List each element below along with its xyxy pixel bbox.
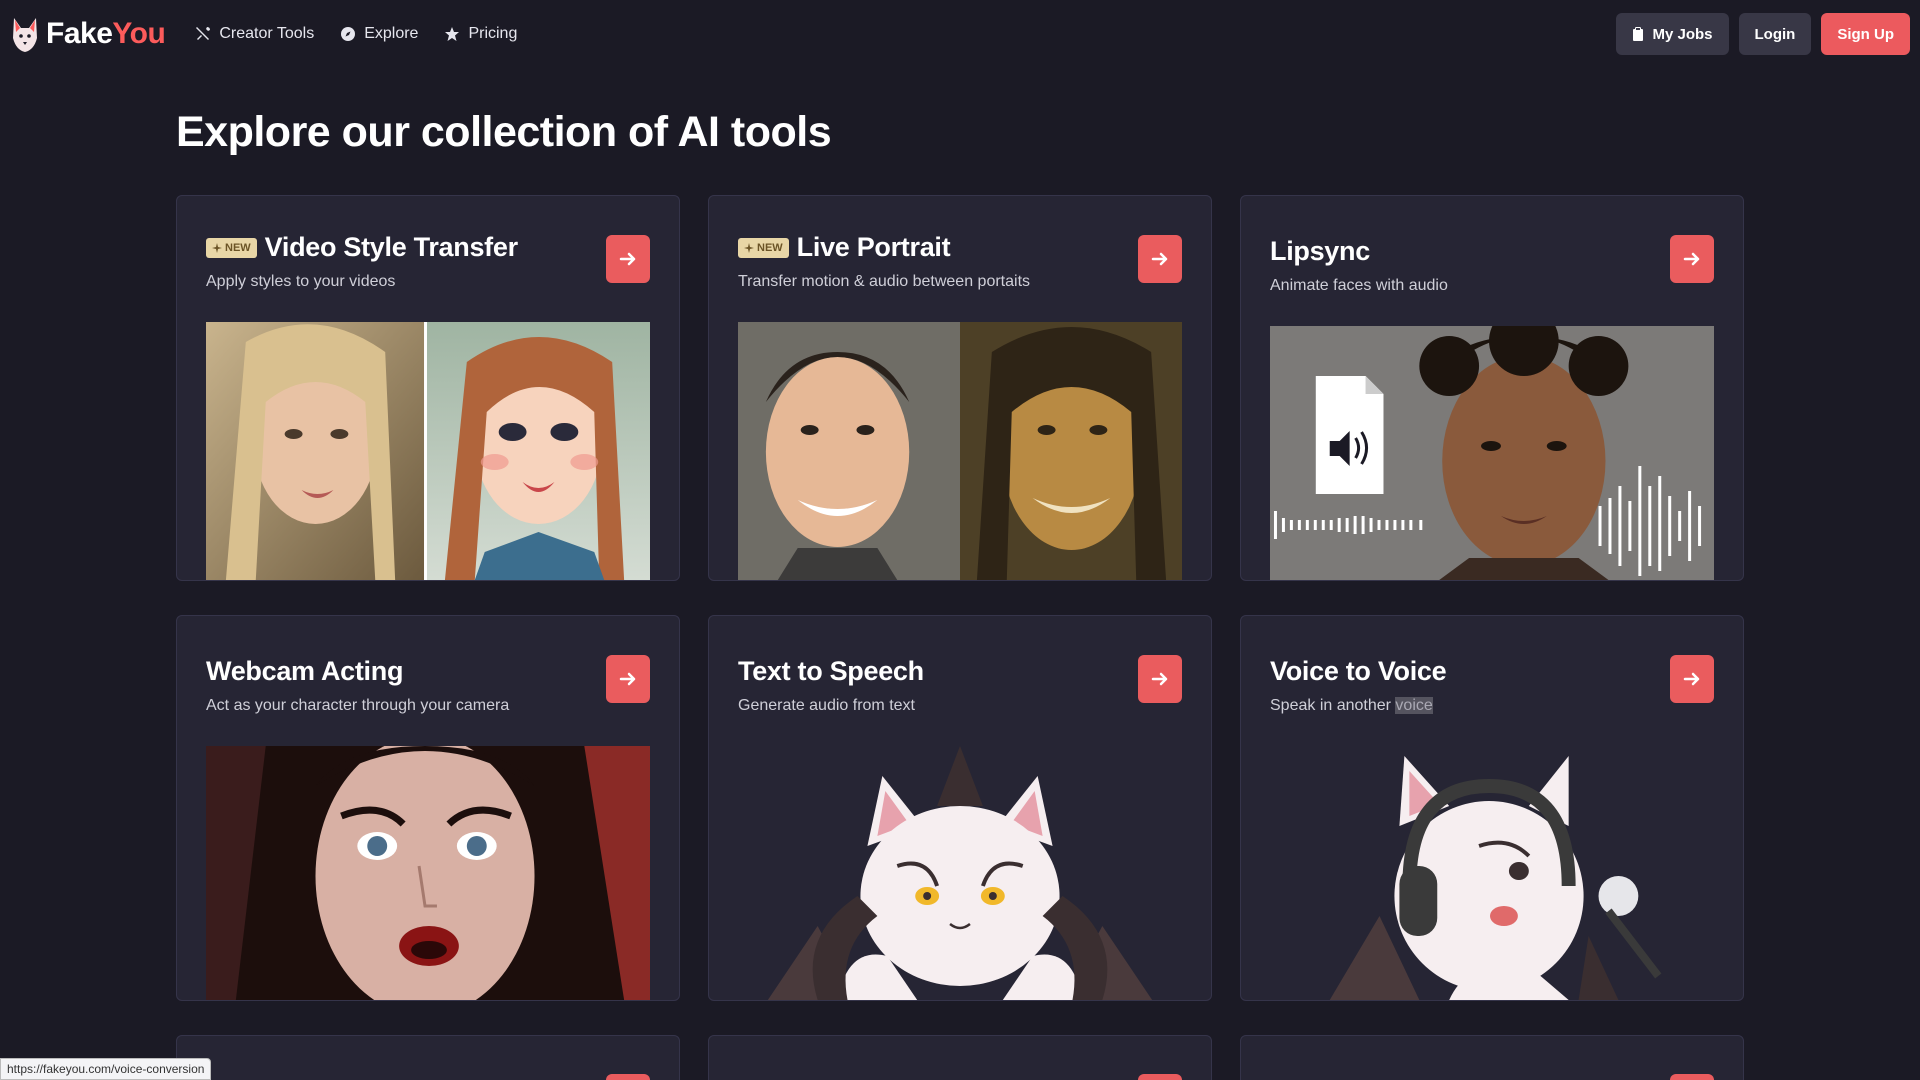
card-title-row: Text to Speech — [738, 656, 1121, 687]
tool-card-video-style-transfer[interactable]: NEW Video Style Transfer Apply styles to… — [176, 195, 680, 581]
brand-name-you: You — [112, 17, 166, 50]
new-badge-label: NEW — [757, 241, 783, 254]
my-jobs-label: My Jobs — [1652, 25, 1713, 43]
status-bar-url: https://fakeyou.com/voice-conversion — [0, 1058, 212, 1080]
arrow-right-icon — [1683, 672, 1700, 686]
live-portrait-illustration — [738, 322, 1182, 580]
card-subtitle: Animate faces with audio — [1270, 277, 1448, 294]
signup-label: Sign Up — [1837, 25, 1894, 43]
nav-pricing[interactable]: Pricing — [444, 25, 517, 43]
card-header: NEW Live Portrait Transfer motion & audi… — [738, 232, 1121, 291]
card-title-row: NEW Video Style Transfer — [206, 232, 589, 263]
top-navbar: FakeYou Creator Tools Explore Pricing My… — [0, 0, 1920, 68]
card-header: Voice to Voice Speak in another voice — [1270, 656, 1653, 715]
open-tool-button[interactable] — [606, 235, 650, 283]
nav-actions: My Jobs Login Sign Up — [1616, 13, 1910, 55]
new-badge: NEW — [206, 237, 257, 258]
tool-card-lipsync[interactable]: Lipsync Animate faces with audio — [1240, 195, 1744, 581]
arrow-right-icon — [1151, 672, 1168, 686]
arrow-right-icon — [1151, 252, 1168, 266]
card-subtitle: Generate audio from text — [738, 697, 915, 714]
sparkle-icon — [744, 242, 754, 253]
login-label: Login — [1754, 25, 1796, 43]
tool-card-live-portrait[interactable]: NEW Live Portrait Transfer motion & audi… — [708, 195, 1212, 581]
card-title: Webcam Acting — [206, 656, 404, 686]
open-tool-button[interactable] — [606, 655, 650, 703]
card-preview-image — [1270, 326, 1714, 580]
tools-icon — [196, 27, 211, 40]
tool-card-text-to-speech[interactable]: Text to Speech Generate audio from text — [708, 615, 1212, 1001]
nav-pricing-label: Pricing — [468, 25, 518, 42]
card-title-row: Lipsync — [1270, 236, 1653, 267]
card-subtitle: Speak in another voice — [1270, 697, 1653, 715]
my-jobs-button[interactable]: My Jobs — [1616, 13, 1729, 55]
fox-mascot-illustration — [767, 746, 1153, 1000]
arrow-right-icon — [619, 672, 636, 686]
card-title-row: Webcam Acting — [206, 656, 589, 687]
tool-card-voice-to-voice[interactable]: Voice to Voice Speak in another voice — [1240, 615, 1744, 1001]
star-icon — [445, 27, 460, 41]
card-title: Live Portrait — [796, 232, 951, 262]
card-header: NEW Video Style Transfer Apply styles to… — [206, 232, 589, 291]
card-header: Webcam Acting Act as your character thro… — [206, 656, 589, 715]
nav-creator-tools[interactable]: Creator Tools — [195, 25, 314, 43]
new-badge: NEW — [738, 237, 789, 258]
card-header: Lipsync Animate faces with audio — [1270, 236, 1653, 295]
open-tool-button[interactable] — [1138, 235, 1182, 283]
signup-button[interactable]: Sign Up — [1821, 13, 1910, 55]
card-title: Text to Speech — [738, 656, 924, 686]
arrow-right-icon — [1683, 252, 1700, 266]
tool-card-partial-3[interactable] — [1240, 1035, 1744, 1080]
open-tool-button[interactable] — [1138, 655, 1182, 703]
card-preview-image — [206, 322, 650, 580]
login-button[interactable]: Login — [1738, 13, 1812, 55]
compass-icon — [341, 27, 356, 41]
open-tool-button[interactable] — [606, 1074, 650, 1080]
singing-mascot-illustration — [1329, 756, 1662, 1000]
tool-card-partial-1[interactable] — [176, 1035, 680, 1080]
card-header: Text to Speech Generate audio from text — [738, 656, 1121, 715]
brand-name: FakeYou — [46, 17, 166, 51]
arrow-right-icon — [619, 252, 636, 266]
sparkle-icon — [212, 242, 222, 253]
open-tool-button[interactable] — [1670, 1074, 1714, 1080]
card-preview-image — [1270, 746, 1714, 1000]
card-subtitle: Act as your character through your camer… — [206, 697, 510, 714]
card-title: Lipsync — [1270, 236, 1370, 266]
card-preview-image — [738, 322, 1182, 580]
brand-name-fake: Fake — [46, 17, 113, 50]
card-title-row: Voice to Voice — [1270, 656, 1653, 687]
card-subtitle: Apply styles to your videos — [206, 273, 396, 290]
page-title: Explore our collection of AI tools — [176, 108, 832, 156]
card-preview-image — [738, 746, 1182, 1000]
card-title: Video Style Transfer — [264, 232, 518, 262]
tool-card-webcam-acting[interactable]: Webcam Acting Act as your character thro… — [176, 615, 680, 1001]
card-preview-image — [206, 746, 650, 1000]
brand-logo[interactable]: FakeYou — [10, 14, 166, 54]
tools-grid: NEW Video Style Transfer Apply styles to… — [176, 195, 1744, 1080]
nav-explore-label: Explore — [364, 25, 419, 42]
card-title-row: NEW Live Portrait — [738, 232, 1121, 263]
nav-explore[interactable]: Explore — [340, 25, 418, 43]
open-tool-button[interactable] — [1138, 1074, 1182, 1080]
open-tool-button[interactable] — [1670, 655, 1714, 703]
card-subtitle-text: Speak in another — [1270, 697, 1396, 714]
fox-logo-icon — [13, 18, 37, 52]
card-title: Voice to Voice — [1270, 656, 1447, 686]
card-subtitle-highlight: voice — [1395, 697, 1433, 714]
new-badge-label: NEW — [225, 241, 251, 254]
card-subtitle: Transfer motion & audio between portaits — [738, 273, 1031, 290]
nav-creator-tools-label: Creator Tools — [219, 25, 315, 42]
tool-card-partial-2[interactable] — [708, 1035, 1212, 1080]
webcam-acting-illustration — [206, 746, 650, 1000]
video-style-transfer-illustration — [206, 322, 650, 580]
lipsync-illustration — [1270, 326, 1714, 580]
open-tool-button[interactable] — [1670, 235, 1714, 283]
clipboard-icon — [1633, 27, 1644, 41]
